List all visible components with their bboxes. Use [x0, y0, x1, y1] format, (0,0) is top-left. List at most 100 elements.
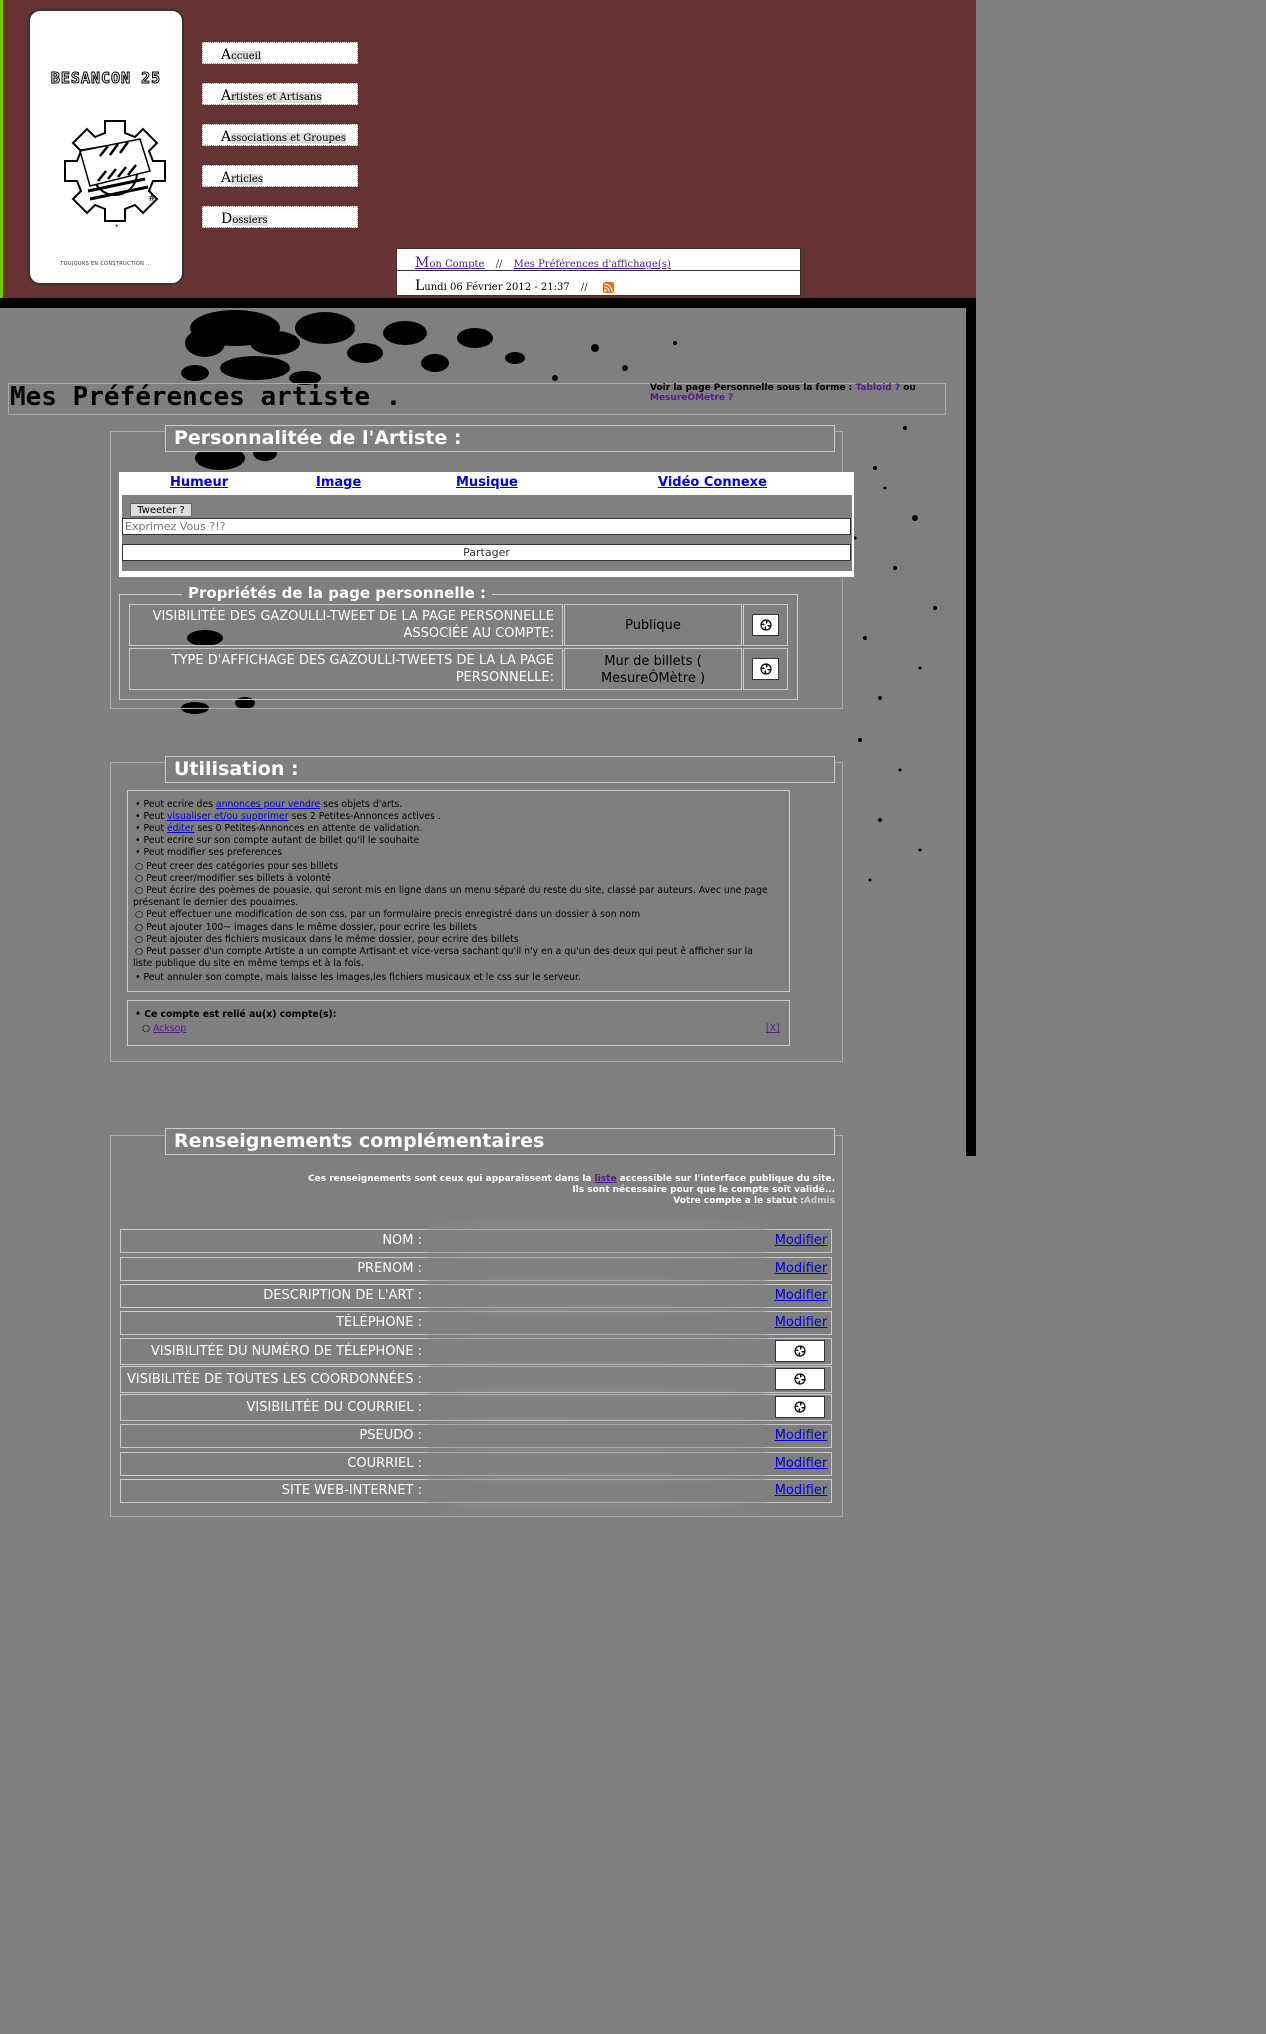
row-label: PRENOM :: [357, 1261, 422, 1276]
text: Ce compte est relié au(x) compte(s):: [144, 1009, 337, 1020]
date-initial: L: [415, 278, 425, 294]
sub-list-item-cont: liste publique du site en même temps et …: [133, 958, 364, 969]
nav-label-initial: D: [221, 211, 233, 227]
row-label: NOM :: [382, 1233, 422, 1248]
text: Peut modifier ses preferences: [143, 847, 283, 858]
edit-ads-link[interactable]: éditer: [167, 823, 194, 834]
sub-list-item: ○ Peut ajouter des fichiers musicaux dan…: [135, 934, 519, 945]
view-mesureometre-link[interactable]: MesureÔMètre ?: [650, 393, 733, 403]
text: Peut creer des catégories pour ses bille…: [146, 861, 339, 872]
usage-legend: Utilisation :: [165, 756, 835, 783]
text: Peut: [143, 823, 167, 834]
view-as-bar: Voir la page Personnelle sous la forme :…: [650, 383, 976, 403]
row-value-redacted: [427, 1339, 767, 1361]
display-prefs-link[interactable]: Mes Préférences d'affichage(s): [514, 259, 671, 270]
linked-account-item: ○ Acksop: [142, 1023, 187, 1034]
refresh-icon[interactable]: [752, 614, 779, 636]
tweeter-button[interactable]: Tweeter ?: [130, 503, 192, 517]
view-delete-ads-link[interactable]: visualiser et/ou supprimer: [167, 811, 289, 822]
info-row-website: SITE WEB-INTERNET : Modifier: [120, 1479, 832, 1503]
refresh-icon[interactable]: [752, 658, 779, 680]
rss-icon[interactable]: [602, 282, 614, 293]
prop-display-type-cell: [743, 648, 788, 690]
prop-visibility-value: Publique: [564, 604, 742, 646]
sell-ads-link[interactable]: annonces pour vendre: [216, 799, 320, 810]
linked-account-link[interactable]: Acksop: [153, 1023, 186, 1034]
tab-image[interactable]: Image: [316, 475, 361, 490]
toggle-visibility-button[interactable]: [775, 1368, 825, 1390]
modify-button[interactable]: Modifier: [771, 1230, 831, 1252]
modify-button[interactable]: Modifier: [771, 1258, 831, 1280]
info-note-2: Ils sont nécessaire pour que le compte s…: [572, 1185, 835, 1195]
tab-video-connexe[interactable]: Vidéo Connexe: [658, 475, 767, 490]
row-label: TÉLÉPHONE :: [336, 1315, 422, 1330]
text: accessible sur l'interface publique du s…: [616, 1174, 835, 1184]
text: ses 0 Petites-Annonces en attente de val…: [194, 823, 423, 834]
right-edge-bar: [966, 308, 976, 1156]
link-initial: M: [415, 255, 430, 271]
prop-visibility-cell: [743, 604, 788, 646]
info-note-1: Ces renseignements sont ceux qui apparai…: [300, 1174, 835, 1185]
toggle-visibility-button[interactable]: [775, 1340, 825, 1362]
personality-legend: Personnalitée de l'Artiste :: [165, 425, 835, 452]
nav-label-initial: A: [221, 88, 232, 104]
modify-button[interactable]: Modifier: [771, 1312, 831, 1334]
row-value-redacted: [427, 1395, 767, 1417]
nav-label-initial: A: [221, 47, 232, 63]
info-row-nom: NOM : Modifier: [120, 1229, 832, 1253]
share-button[interactable]: Partager: [122, 544, 851, 561]
info-row-courriel: COURRIEL : Modifier: [120, 1452, 832, 1476]
text: Peut écrire des poèmes de pouasie, qui s…: [146, 885, 768, 896]
list-item: • Peut visualiser et/ou supprimer ses 2 …: [135, 811, 441, 822]
list-item: • Peut modifier ses preferences: [135, 847, 283, 858]
row-label: VISIBILITÉE DU NUMÉRO DE TÉLEPHONE :: [150, 1344, 422, 1359]
text: Peut effectuer une modification de son c…: [146, 909, 641, 920]
nav-dossiers[interactable]: Dossiers: [202, 206, 358, 228]
my-account-link[interactable]: Mon Compte: [415, 255, 484, 271]
view-tabloid-link[interactable]: Tabloid ?: [855, 383, 900, 393]
account-links-row: Mon Compte // Mes Préférences d'affichag…: [397, 249, 800, 271]
modify-button[interactable]: Modifier: [771, 1453, 831, 1475]
info-row-pseudo: PSEUDO : Modifier: [120, 1424, 832, 1448]
info-row-email-visibility: VISIBILITÉE DU COURRIEL :: [120, 1394, 832, 1421]
tweet-input[interactable]: Exprimez Vous ?!?: [122, 518, 851, 535]
recycle-icon: [759, 619, 772, 631]
ink-splatter-right: [858, 738, 922, 882]
row-value-redacted: [427, 1230, 767, 1252]
logo-caption: TOUJOURS EN CONSTRUCTION ...: [60, 261, 152, 267]
account-status: Admis: [803, 1196, 835, 1206]
modify-button[interactable]: Modifier: [771, 1425, 831, 1447]
text: Peut creer/modifier ses billets à volont…: [146, 873, 331, 884]
unlink-account-button[interactable]: [X]: [766, 1023, 780, 1034]
logo-gear-icon: # *: [64, 120, 166, 231]
public-list-link[interactable]: liste: [595, 1174, 617, 1184]
text: ses objets d'arts.: [320, 799, 403, 810]
site-logo[interactable]: BESANCON 25 # * TOUJOURS EN CONSTRUCTION…: [28, 9, 184, 285]
info-notes: Ces renseignements sont ceux qui apparai…: [300, 1174, 835, 1207]
nav-label-initial: A: [221, 129, 232, 145]
nav-articles[interactable]: Articles: [202, 165, 358, 187]
linked-accounts-title: • Ce compte est relié au(x) compte(s):: [135, 1009, 337, 1020]
text: Peut ecrire sur son compte autant de bil…: [143, 835, 420, 846]
nav-associations[interactable]: Associations et Groupes: [202, 124, 358, 146]
sub-list-item: ○ Peut ajouter 100~ images dans le même …: [135, 922, 477, 933]
list-item: • Peut annuler son compte, mais laisse l…: [135, 972, 581, 983]
text: Peut: [143, 811, 167, 822]
page-title: Mes Préférences artiste .: [10, 382, 402, 412]
nav-label: ssociations et Groupes: [231, 133, 346, 144]
tab-humeur[interactable]: Humeur: [170, 475, 228, 490]
nav-label-initial: A: [221, 170, 232, 186]
prop-display-type-label: TYPE D'AFFICHAGE DES GAZOULLI-TWEETS DE …: [129, 648, 563, 690]
sub-list-item: ○ Peut écrire des poèmes de pouasie, qui…: [135, 885, 768, 896]
modify-button[interactable]: Modifier: [771, 1480, 831, 1502]
row-value-redacted: [427, 1367, 767, 1389]
tab-musique[interactable]: Musique: [456, 475, 518, 490]
nav-artistes[interactable]: Artistes et Artisans: [202, 83, 358, 105]
nav-accueil[interactable]: Accueil: [202, 42, 358, 64]
info-row-coords-visibility: VISIBILITÉE DE TOUTES LES COORDONNÉES :: [120, 1366, 832, 1393]
modify-button[interactable]: Modifier: [771, 1285, 831, 1307]
toggle-visibility-button[interactable]: [775, 1396, 825, 1418]
info-row-phone-visibility: VISIBILITÉE DU NUMÉRO DE TÉLEPHONE :: [120, 1338, 832, 1365]
props-legend: Propriétés de la page personnelle :: [182, 584, 492, 604]
info-legend: Renseignements complémentaires: [165, 1128, 835, 1155]
